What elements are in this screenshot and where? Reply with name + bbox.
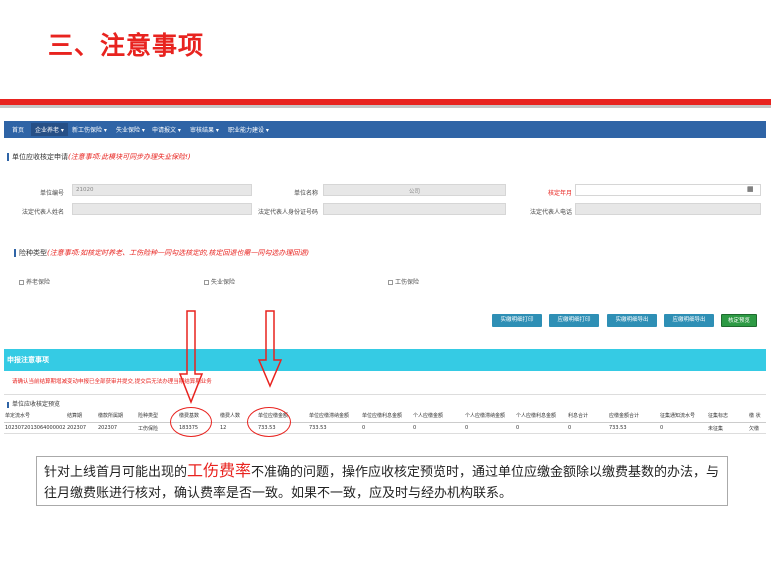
nav-review-result[interactable]: 审核结果 ▾ <box>190 125 219 134</box>
checkbox-box[interactable] <box>19 280 24 285</box>
down-arrow-icon <box>178 310 204 404</box>
column-header: 征集标志 <box>708 413 729 419</box>
due-detail-export-button[interactable]: 应缴明细导出 <box>664 314 714 327</box>
checkbox-label: 养老保险 <box>26 279 51 286</box>
table-cell: 工伤保险 <box>138 426 159 432</box>
column-header: 单定流水号 <box>5 413 31 419</box>
pension-checkbox[interactable]: 养老保险 <box>19 277 50 286</box>
table-cell: 202307 <box>98 425 118 431</box>
column-header: 结算期 <box>67 413 83 419</box>
preview-table-header: 单定流水号 结算期 缴款所属期 险种类型 缴费基数 缴费人数 单位应缴金额 单位… <box>4 410 766 423</box>
column-header: 单位应缴利息金额 <box>362 413 403 419</box>
table-cell: 欠缴 <box>749 426 760 432</box>
column-header: 应缴金额合计 <box>609 413 640 419</box>
table-cell: 12 <box>220 425 227 431</box>
table-cell: 0 <box>465 425 469 431</box>
table-cell: 202307 <box>67 425 87 431</box>
verify-month-field[interactable] <box>575 184 761 196</box>
column-header: 险种类型 <box>138 413 159 419</box>
section-preview-title: 单位应收核定预览 <box>7 399 60 408</box>
section-verify-apply-title: 单位应收核定申请(注意事项:此模块可同步办理失业保险!) <box>7 152 191 162</box>
caption-textbox: 针对上线首月可能出现的工伤费率不准确的问题，操作应收核定预览时，通过单位应缴金额… <box>36 456 728 506</box>
due-detail-print-button[interactable]: 应缴明细打印 <box>549 314 599 327</box>
section-marker <box>14 249 16 257</box>
calendar-icon[interactable]: ▦ <box>747 185 754 193</box>
column-header: 利息合计 <box>568 413 589 419</box>
column-header: 个人应缴金额 <box>413 413 444 419</box>
checkbox-label: 失业保险 <box>211 279 236 286</box>
paid-detail-print-button[interactable]: 实缴明细打印 <box>492 314 542 327</box>
column-header: 个人应缴滞纳金额 <box>465 413 506 419</box>
section-title-text: 单位应收核定申请 <box>12 153 68 161</box>
legal-phone-label: 法定代表人电话 <box>529 209 572 216</box>
verify-month-label: 核定年月 <box>547 190 572 197</box>
unit-name-label: 单位名称 <box>293 190 318 197</box>
slide: 三、注意事项 首页 企业养老 ▾ 新工伤保险 ▾ 失业保险 ▾ 申请报文 ▾ 审… <box>0 0 771 577</box>
checkbox-label: 工伤保险 <box>395 279 420 286</box>
notice-banner: 申报注意事项 <box>4 349 766 371</box>
highlight-ellipse-base <box>170 407 212 437</box>
down-arrow-icon <box>257 310 283 388</box>
section-note: (注意事项:此模块可同步办理失业保险!) <box>68 153 191 161</box>
table-cell: 1023072013064000002 <box>5 425 66 431</box>
section-insurance-type-title: 险种类型(注意事项:如核定时养老、工伤险种一同勾选核定的,核定回退也需一同勾选办… <box>14 248 309 258</box>
nav-enterprise-pension[interactable]: 企业养老 ▾ <box>31 123 68 136</box>
nav-vocational[interactable]: 职业能力建设 ▾ <box>228 125 269 134</box>
unit-name-field[interactable]: 公司 <box>323 184 506 196</box>
column-header: 缴款所属期 <box>98 413 124 419</box>
table-cell: 0 <box>660 425 664 431</box>
legal-name-label: 法定代表人姓名 <box>21 209 64 216</box>
table-cell: 未征集 <box>708 426 724 432</box>
section-title-text: 单位应收核定预览 <box>12 401 61 408</box>
highlight-ellipse-amount <box>247 407 291 437</box>
injury-checkbox[interactable]: 工伤保险 <box>388 277 419 286</box>
nav-application[interactable]: 申请报文 ▾ <box>152 125 181 134</box>
section-marker <box>7 401 9 408</box>
nav-home[interactable]: 首页 <box>12 125 24 134</box>
table-cell: 0 <box>516 425 520 431</box>
table-cell: 0 <box>362 425 366 431</box>
table-cell: 0 <box>568 425 572 431</box>
notice-header: 申报注意事项 <box>7 356 49 364</box>
column-header: 缴 状 <box>749 413 761 419</box>
nav-unemployment[interactable]: 失业保险 ▾ <box>116 125 145 134</box>
title-divider-grey <box>0 105 771 108</box>
unit-code-label: 单位编号 <box>39 190 64 197</box>
caption-highlight: 工伤费率 <box>187 461 252 480</box>
embedded-screenshot: 首页 企业养老 ▾ 新工伤保险 ▾ 失业保险 ▾ 申请报文 ▾ 审核结果 ▾ 职… <box>4 116 766 454</box>
paid-detail-export-button[interactable]: 实缴明细导出 <box>607 314 657 327</box>
column-header: 征集通知流水号 <box>660 413 696 419</box>
section-marker <box>7 153 9 161</box>
table-cell: 733.53 <box>609 425 627 431</box>
legal-id-field[interactable] <box>323 203 506 215</box>
legal-phone-field[interactable] <box>575 203 761 215</box>
unit-code-field[interactable]: 21020 <box>72 184 252 196</box>
column-header: 单位应缴滞纳金额 <box>309 413 350 419</box>
slide-title: 三、注意事项 <box>48 31 205 60</box>
section-note: (注意事项:如核定时养老、工伤险种一同勾选核定的,核定回退也需一同勾选办理回退) <box>47 249 310 257</box>
nav-work-injury[interactable]: 新工伤保险 ▾ <box>72 125 107 134</box>
divider <box>4 394 766 395</box>
caption-text: 针对上线首月可能出现的 <box>44 465 188 480</box>
checkbox-box[interactable] <box>204 280 209 285</box>
verify-preview-button[interactable]: 核定预览 <box>721 314 757 327</box>
top-navigation-bar: 首页 企业养老 ▾ 新工伤保险 ▾ 失业保险 ▾ 申请报文 ▾ 审核结果 ▾ 职… <box>4 121 766 138</box>
table-cell: 733.53 <box>309 425 327 431</box>
section-title-text: 险种类型 <box>19 249 47 257</box>
column-header: 缴费人数 <box>220 413 241 419</box>
column-header: 个人应缴利息金额 <box>516 413 557 419</box>
table-row[interactable]: 1023072013064000002 202307 202307 工伤保险 1… <box>4 423 766 434</box>
legal-id-label: 法定代表人身份证号码 <box>257 209 318 216</box>
table-cell: 0 <box>413 425 417 431</box>
unemployment-checkbox[interactable]: 失业保险 <box>204 277 235 286</box>
checkbox-box[interactable] <box>388 280 393 285</box>
legal-name-field[interactable] <box>72 203 252 215</box>
